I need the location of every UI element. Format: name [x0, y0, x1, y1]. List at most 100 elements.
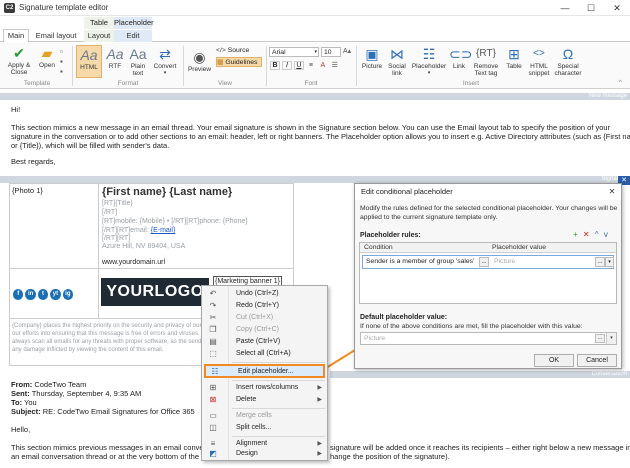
save-icon[interactable]: ▪: [60, 57, 63, 67]
menu-delete[interactable]: ⊠ Delete ▶: [202, 394, 327, 406]
edit-placeholder-dialog: Edit conditional placeholder ✕ Modify th…: [354, 183, 622, 369]
menu-alignment-label: Alignment: [236, 440, 268, 447]
design-icon: ◩: [209, 449, 217, 458]
save-as-icon[interactable]: ▪: [60, 67, 63, 77]
default-value-select[interactable]: Picture ... ▾: [360, 332, 617, 345]
dialog-close-button[interactable]: ✕: [605, 186, 619, 198]
tab-edit[interactable]: Edit: [114, 30, 152, 42]
menu-copy[interactable]: ❐ Copy (Ctrl+C): [202, 324, 327, 336]
menu-undo[interactable]: ↶ Undo (Ctrl+Z): [202, 288, 327, 300]
email-link[interactable]: {E-mail}: [151, 227, 176, 234]
source-label: Source: [227, 47, 250, 54]
rtf-format-button[interactable]: Aa RTF: [104, 47, 126, 70]
italic-button[interactable]: I: [281, 61, 292, 70]
youtube-icon[interactable]: yt: [50, 289, 61, 300]
body-line-2b: hange the position of the signature).: [330, 452, 450, 461]
menu-select-all[interactable]: ⬚ Select all (Ctrl+A): [202, 348, 327, 360]
move-down-icon[interactable]: v: [604, 230, 608, 239]
menu-design-label: Design: [236, 450, 258, 457]
menu-split-cells[interactable]: ◫ Split cells...: [202, 422, 327, 434]
picture-icon: ▣: [365, 46, 379, 62]
bold-button[interactable]: B: [270, 61, 280, 70]
font-grow-icon[interactable]: A▴: [343, 47, 351, 55]
menu-select-all-label: Select all (Ctrl+A): [236, 350, 291, 357]
facebook-icon[interactable]: f: [13, 289, 24, 300]
plain-text-button[interactable]: Aa Plain text: [127, 47, 149, 77]
linkedin-icon[interactable]: in: [25, 289, 36, 300]
website-url[interactable]: www.yourdomain.url: [102, 258, 165, 267]
align-left-icon[interactable]: ≡: [306, 62, 316, 69]
rt-tag-icon: {RT}: [476, 48, 496, 59]
sent-label: Sent:: [11, 389, 30, 398]
placeholder-button[interactable]: ☷ Placeholder ▾: [410, 47, 448, 77]
guidelines-label: Guidelines: [225, 59, 258, 66]
rules-grid[interactable]: Condition Placeholder value Sender is a …: [359, 242, 617, 304]
remove-text-tag-button[interactable]: {RT} Remove Text tag: [470, 47, 502, 77]
html-snippet-button[interactable]: <> HTML snippet: [526, 47, 552, 77]
guidelines-button[interactable]: ▦ Guidelines: [216, 57, 262, 67]
default-value-desc: If none of the above conditions are met,…: [360, 323, 583, 330]
rtf-icon: Aa: [106, 46, 124, 62]
menu-edit-placeholder[interactable]: ☷ Edit placeholder...: [204, 364, 325, 378]
default-options-button[interactable]: ...: [595, 334, 605, 343]
menu-merge-cells[interactable]: ▭ Merge cells: [202, 410, 327, 422]
html-format-button[interactable]: Aa HTML: [76, 45, 102, 78]
instagram-icon[interactable]: ig: [62, 289, 74, 300]
menu-insert-rows[interactable]: ⊞ Insert rows/columns ▶: [202, 382, 327, 394]
name-placeholder[interactable]: {First name} {Last name}: [102, 186, 232, 198]
chevron-down-icon[interactable]: ▾: [605, 257, 614, 267]
tab-layout[interactable]: Layout: [84, 30, 114, 42]
to-label: To:: [11, 398, 23, 407]
insert-picture-button[interactable]: ▣ Picture: [359, 47, 385, 70]
menu-design[interactable]: ◩ Design ▶: [202, 448, 327, 460]
collapse-ribbon-icon[interactable]: ^: [619, 80, 622, 86]
twitter-icon[interactable]: t: [37, 289, 49, 300]
window-title: Signature template editor: [19, 3, 109, 12]
link-button[interactable]: ⊂⊃ Link: [449, 47, 472, 70]
apply-close-button[interactable]: ✔ Apply & Close: [4, 46, 34, 76]
menu-edit-placeholder-label: Edit placeholder...: [238, 368, 294, 375]
font-size-select[interactable]: 10: [321, 47, 341, 57]
special-character-label: Special character: [554, 63, 582, 77]
align-center-icon[interactable]: ☰: [330, 61, 340, 69]
photo-placeholder[interactable]: {Photo 1}: [12, 186, 43, 195]
move-up-icon[interactable]: ^: [595, 230, 599, 239]
menu-redo[interactable]: ↷ Redo (Ctrl+Y): [202, 300, 327, 312]
menu-paste-label: Paste (Ctrl+V): [236, 338, 281, 345]
chevron-down-icon[interactable]: ▾: [606, 333, 616, 344]
ok-button[interactable]: OK: [534, 354, 574, 367]
open-button[interactable]: ▰ Open: [36, 46, 58, 69]
close-button[interactable]: ✕: [604, 0, 630, 16]
group-label-font: Font: [304, 80, 318, 87]
rule-value-options-button[interactable]: ...: [595, 257, 605, 267]
rule-condition-value[interactable]: Sender is a member of group 'sales': [366, 256, 474, 268]
delete-icon[interactable]: ✕: [583, 230, 590, 239]
rule-row[interactable]: Sender is a member of group 'sales' ... …: [362, 255, 614, 269]
social-link-button[interactable]: ⋈ Social link: [386, 47, 408, 77]
link-label: Link: [453, 63, 465, 70]
tab-main[interactable]: Main: [3, 29, 29, 43]
rules-toolbar: + ✕ ^ v: [573, 230, 608, 239]
menu-paste[interactable]: ▤ Paste (Ctrl+V): [202, 336, 327, 348]
address-text: Azure Hill, NV 89404, USA: [102, 243, 186, 250]
tab-email-layout[interactable]: Email layout: [33, 30, 79, 42]
font-family-select[interactable]: Arial ▾: [269, 47, 319, 57]
subject-line: Subject: RE: CodeTwo Email Signatures fo…: [11, 407, 195, 416]
cancel-button[interactable]: Cancel: [577, 354, 617, 367]
maximize-button[interactable]: ☐: [578, 0, 604, 16]
add-icon[interactable]: +: [573, 230, 578, 239]
minimize-button[interactable]: —: [552, 0, 578, 16]
rule-value[interactable]: Picture: [494, 256, 515, 268]
font-color-icon[interactable]: A: [318, 62, 328, 69]
underline-button[interactable]: U: [293, 61, 304, 70]
checkmark-icon: ✔: [13, 45, 25, 61]
table-button[interactable]: ⊞ Table: [503, 47, 525, 70]
convert-button[interactable]: ⇄ Convert ▾: [151, 47, 179, 77]
new-icon[interactable]: ▫: [60, 47, 63, 57]
source-button[interactable]: </> Source: [216, 46, 262, 56]
edit-condition-button[interactable]: ...: [479, 257, 489, 267]
preview-button[interactable]: ◉ Preview: [186, 50, 213, 73]
special-character-button[interactable]: Ω Special character: [553, 47, 583, 77]
menu-cut[interactable]: ✂ Cut (Ctrl+X): [202, 312, 327, 324]
separator: [356, 46, 357, 86]
